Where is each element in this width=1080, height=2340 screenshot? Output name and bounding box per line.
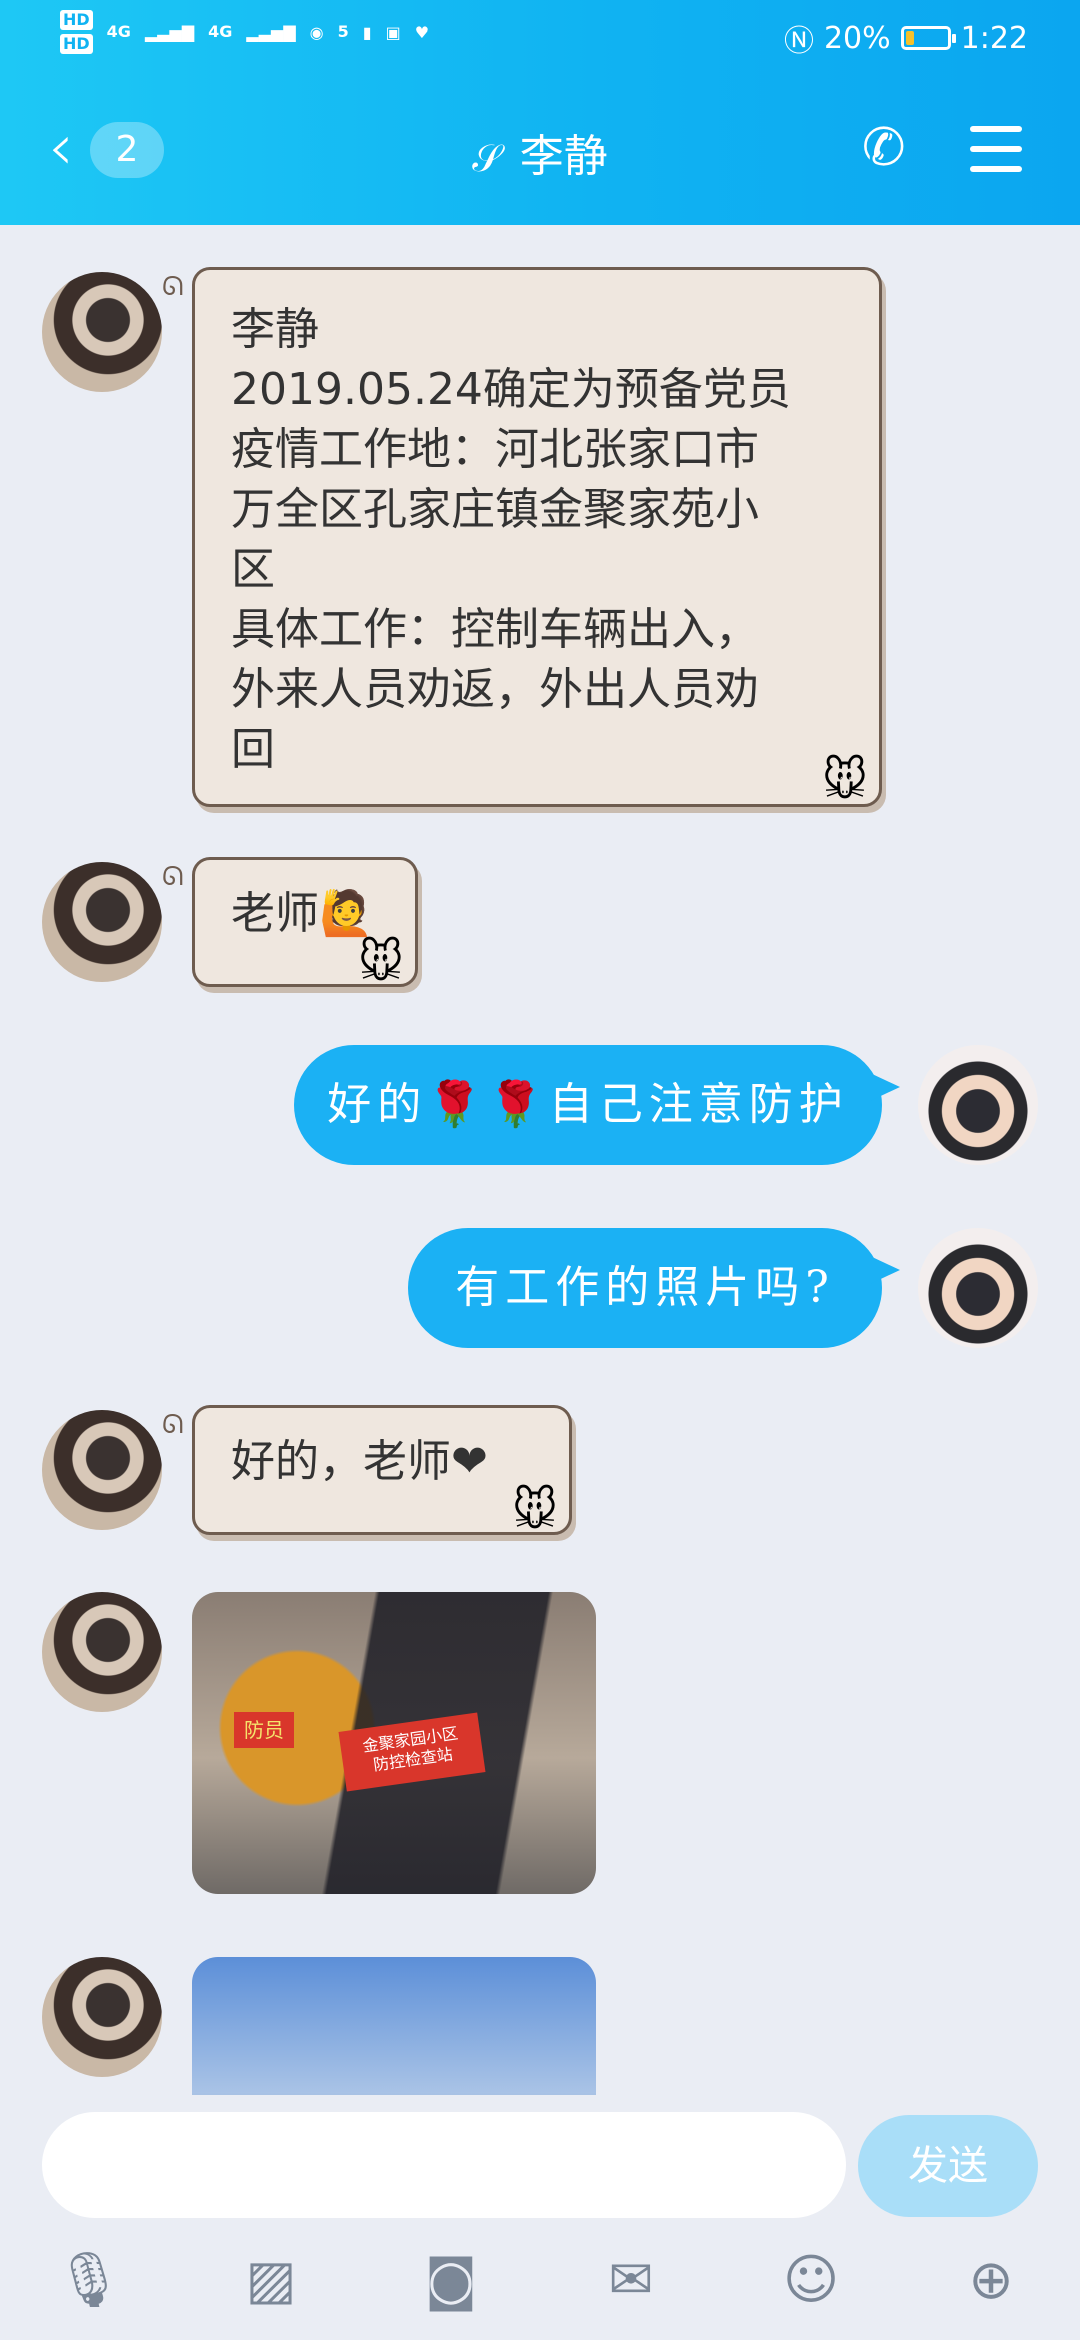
user-avatar[interactable] — [918, 1045, 1038, 1165]
contact-avatar[interactable] — [42, 1592, 162, 1712]
nfc-icon: Ⓝ — [783, 24, 814, 59]
hd-badge-1: HD — [60, 10, 93, 30]
message-bubble-incoming[interactable]: 李静 2019.05.24确定为预备党员 疫情工作地：河北张家口市 万全区孔家庄… — [192, 267, 882, 807]
contact-avatar[interactable] — [42, 1410, 162, 1530]
hd-badges: HD HD — [60, 10, 93, 54]
book-app-icon: ▣ — [385, 22, 401, 42]
ear-icon: 𝒮 — [472, 136, 502, 180]
hd-badge-2: HD — [60, 34, 93, 54]
mouse-sticker-icon: 🐭 — [512, 1485, 558, 1536]
input-toolbar: 🎙︎ ▨ ◙ ✉ ☺ ⊕ — [0, 2245, 1080, 2325]
contact-name: 李静 — [519, 131, 608, 182]
mouse-sticker-icon: 🐭 — [822, 755, 868, 806]
status-left: HD HD 4G ▂▃▅▇ 4G ▂▃▅▇ ◉ 5 ▮ ▣ ♥ — [60, 10, 429, 54]
send-button[interactable]: 发送 — [858, 2115, 1038, 2217]
contact-avatar[interactable] — [42, 272, 162, 392]
heart-app-icon: ♥ — [414, 22, 430, 42]
input-bar: 发送 🎙︎ ▨ ◙ ✉ ☺ ⊕ — [0, 2095, 1080, 2340]
bubble-curl-icon: ᘏ — [162, 272, 184, 302]
message-bubble-outgoing[interactable]: 好的🌹🌹自己注意防护 — [294, 1045, 900, 1165]
contact-avatar[interactable] — [42, 1957, 162, 2077]
bubble-curl-icon: ᘏ — [162, 862, 184, 892]
camera-icon[interactable]: ◙ — [416, 2245, 486, 2315]
status-right: Ⓝ 20% 1:22 — [784, 16, 1028, 60]
chat-title: 𝒮 李静 — [0, 120, 1080, 184]
user-avatar[interactable] — [918, 1228, 1038, 1348]
photo-message[interactable]: 防员 金聚家园小区 防控检查站 — [192, 1592, 596, 1894]
battery-icon — [900, 26, 956, 50]
armband-text: 防员 — [234, 1712, 294, 1748]
mic-icon[interactable]: 🎙︎ — [54, 2245, 124, 2315]
message-bubble-outgoing[interactable]: 有工作的照片吗? — [408, 1228, 900, 1348]
battery-percent: 20% — [823, 20, 891, 56]
signal-1-icon: ▂▃▅▇ — [144, 22, 195, 42]
signal-2-icon: ▂▃▅▇ — [246, 22, 296, 42]
message-input[interactable] — [42, 2112, 846, 2218]
wifi-badge: 5 — [337, 22, 349, 41]
emoji-icon[interactable]: ☺ — [776, 2245, 846, 2315]
network-2-label: 4G — [208, 22, 233, 41]
mouse-sticker-icon: 🐭 — [358, 937, 404, 988]
network-1-label: 4G — [106, 22, 131, 41]
red-packet-icon[interactable]: ✉ — [596, 2245, 666, 2315]
menu-icon[interactable] — [970, 126, 1022, 172]
battery-fill — [905, 31, 915, 45]
notification-icon: ▮ — [362, 22, 372, 42]
clock: 1:22 — [960, 20, 1028, 56]
image-icon[interactable]: ▨ — [236, 2245, 306, 2315]
phone-call-icon[interactable]: ✆ — [862, 118, 906, 178]
plus-icon[interactable]: ⊕ — [956, 2245, 1026, 2315]
photo-message[interactable] — [192, 1957, 596, 2095]
bubble-curl-icon: ᘏ — [162, 1410, 184, 1440]
contact-avatar[interactable] — [42, 862, 162, 982]
wifi-icon: ◉ — [309, 22, 324, 42]
checkpoint-sign-text: 金聚家园小区 防控检查站 — [338, 1712, 486, 1792]
status-bar: HD HD 4G ▂▃▅▇ 4G ▂▃▅▇ ◉ 5 ▮ ▣ ♥ Ⓝ 20% 1:… — [0, 0, 1080, 75]
chat-header: HD HD 4G ▂▃▅▇ 4G ▂▃▅▇ ◉ 5 ▮ ▣ ♥ Ⓝ 20% 1:… — [0, 0, 1080, 225]
message-list[interactable]: ᘏ 李静 2019.05.24确定为预备党员 疫情工作地：河北张家口市 万全区孔… — [0, 225, 1080, 2095]
